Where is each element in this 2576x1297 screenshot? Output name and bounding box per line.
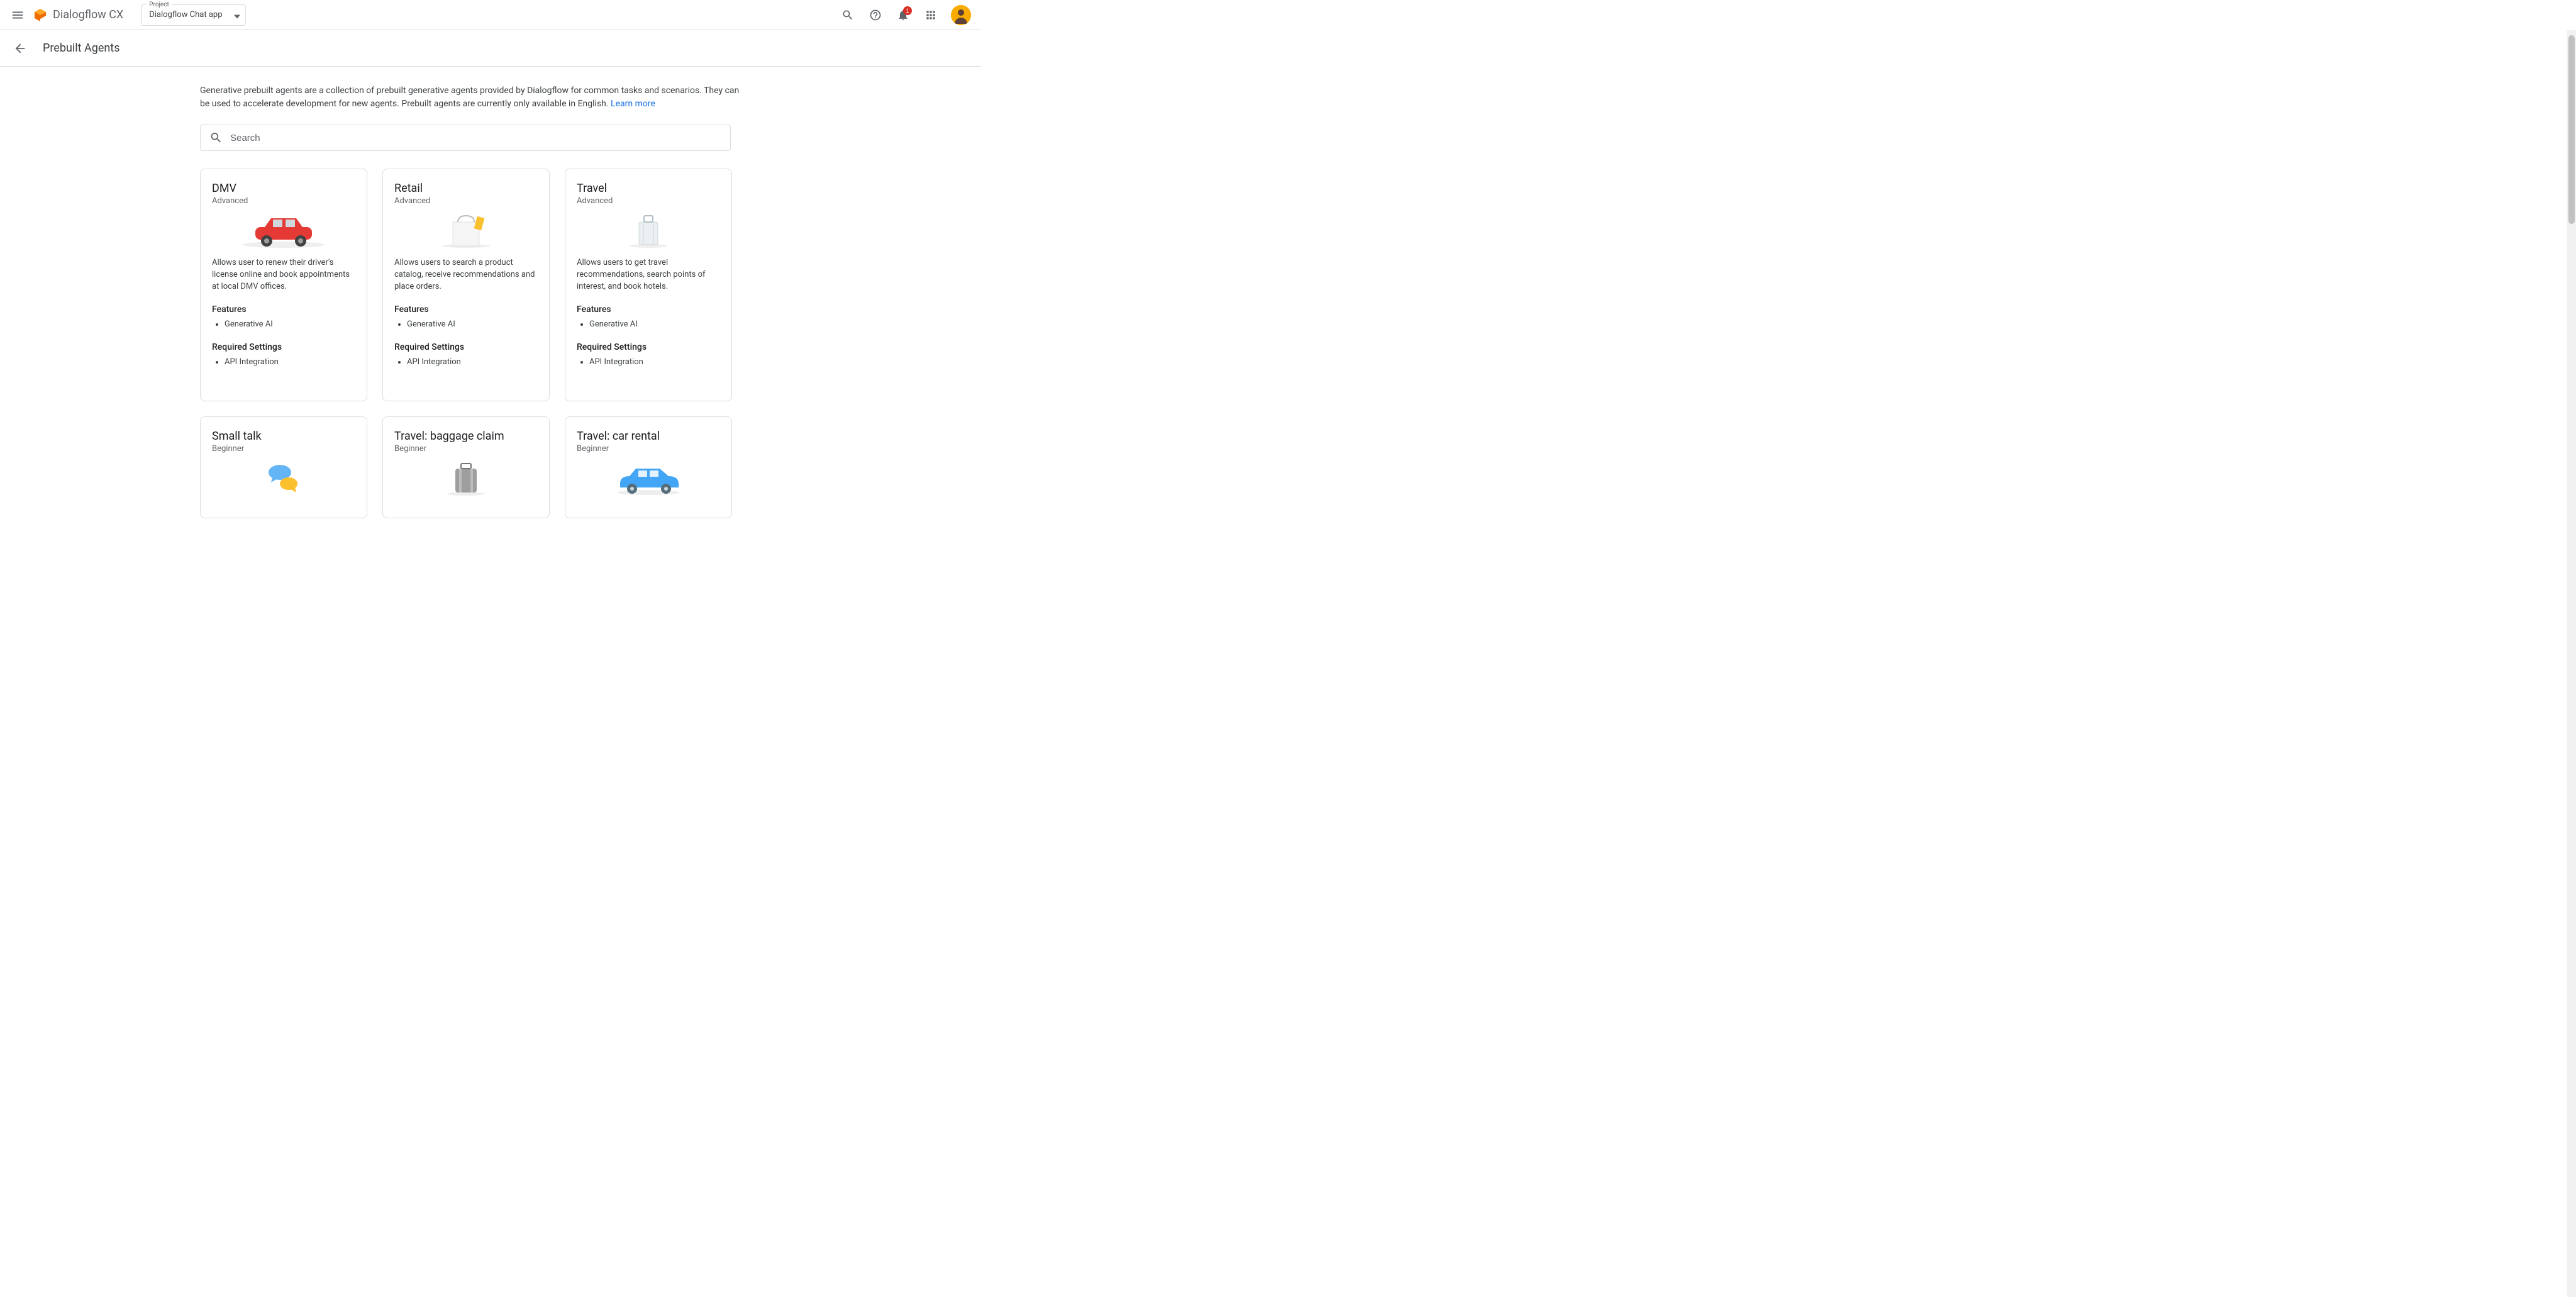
agent-card-retail[interactable]: Retail Advanced Allows users to search a…	[382, 169, 550, 401]
main-content: Generative prebuilt agents are a collect…	[200, 67, 741, 518]
top-right-actions: 1	[835, 3, 976, 28]
card-level: Beginner	[212, 444, 355, 454]
help-icon	[869, 9, 882, 21]
features-heading: Features	[212, 304, 355, 315]
feature-item: Generative AI	[589, 318, 720, 331]
features-list: Generative AI	[407, 318, 538, 331]
scrollbar-thumb[interactable]	[2568, 35, 2575, 224]
intro-text: Generative prebuilt agents are a collect…	[200, 84, 741, 111]
card-title: DMV	[212, 182, 355, 195]
agent-card-dmv[interactable]: DMV Advanced Allows user to renew their …	[200, 169, 367, 401]
card-title: Travel: car rental	[577, 430, 720, 443]
dialogflow-logo-icon	[33, 8, 48, 23]
suitcase-illustration-icon	[577, 212, 720, 250]
card-level: Beginner	[394, 444, 538, 454]
search-icon	[841, 9, 854, 21]
card-title: Travel: baggage claim	[394, 430, 538, 443]
agent-card-small-talk[interactable]: Small talk Beginner	[200, 416, 367, 518]
required-settings-heading: Required Settings	[394, 342, 538, 352]
hamburger-menu-button[interactable]	[5, 3, 30, 28]
required-settings-heading: Required Settings	[212, 342, 355, 352]
card-level: Advanced	[212, 196, 355, 206]
card-title: Small talk	[212, 430, 355, 443]
features-list: Generative AI	[225, 318, 355, 331]
project-field-label: Project	[147, 1, 172, 8]
scrollbar-track[interactable]	[2567, 30, 2576, 1297]
shopping-bag-illustration-icon	[394, 212, 538, 250]
search-icon	[209, 131, 223, 145]
required-item: API Integration	[225, 356, 355, 369]
card-level: Advanced	[577, 196, 720, 206]
agent-card-grid: DMV Advanced Allows user to renew their …	[200, 169, 741, 518]
top-app-bar: Dialogflow CX Project Dialogflow Chat ap…	[0, 0, 981, 30]
product-branding: Dialogflow CX	[33, 8, 123, 23]
avatar-image	[951, 5, 971, 25]
features-heading: Features	[394, 304, 538, 315]
chat-bubbles-illustration-icon	[212, 460, 355, 498]
search-box[interactable]	[200, 125, 731, 151]
card-description: Allows users to search a product catalog…	[394, 257, 538, 293]
card-level: Beginner	[577, 444, 720, 454]
menu-icon	[11, 8, 25, 22]
help-button[interactable]	[863, 3, 888, 28]
required-item: API Integration	[589, 356, 720, 369]
product-name-label: Dialogflow CX	[53, 8, 123, 21]
features-heading: Features	[577, 304, 720, 315]
search-button[interactable]	[835, 3, 860, 28]
card-level: Advanced	[394, 196, 538, 206]
apps-grid-icon	[924, 9, 937, 21]
required-list: API Integration	[225, 356, 355, 369]
car-illustration-icon	[212, 212, 355, 250]
back-button[interactable]	[8, 36, 33, 61]
feature-item: Generative AI	[225, 318, 355, 331]
learn-more-link[interactable]: Learn more	[611, 99, 655, 109]
feature-item: Generative AI	[407, 318, 538, 331]
features-list: Generative AI	[589, 318, 720, 331]
page-header-bar: Prebuilt Agents	[0, 30, 981, 67]
google-apps-button[interactable]	[918, 3, 943, 28]
account-avatar[interactable]	[951, 5, 971, 25]
blue-car-illustration-icon	[577, 460, 720, 498]
card-description: Allows users to get travel recommendatio…	[577, 257, 720, 293]
intro-paragraph: Generative prebuilt agents are a collect…	[200, 86, 739, 109]
chevron-down-icon	[234, 9, 240, 21]
required-settings-heading: Required Settings	[577, 342, 720, 352]
page-title: Prebuilt Agents	[43, 42, 119, 55]
required-list: API Integration	[407, 356, 538, 369]
required-item: API Integration	[407, 356, 538, 369]
agent-card-baggage-claim[interactable]: Travel: baggage claim Beginner	[382, 416, 550, 518]
agent-card-travel[interactable]: Travel Advanced Allows users to get trav…	[565, 169, 732, 401]
required-list: API Integration	[589, 356, 720, 369]
card-title: Travel	[577, 182, 720, 195]
arrow-back-icon	[13, 42, 27, 55]
notifications-button[interactable]: 1	[891, 3, 916, 28]
luggage-illustration-icon	[394, 460, 538, 498]
notification-badge: 1	[903, 6, 912, 15]
agent-card-car-rental[interactable]: Travel: car rental Beginner	[565, 416, 732, 518]
card-title: Retail	[394, 182, 538, 195]
project-selector[interactable]: Project Dialogflow Chat app	[141, 4, 245, 26]
search-input[interactable]	[230, 133, 721, 143]
card-description: Allows user to renew their driver's lice…	[212, 257, 355, 293]
project-selected-value: Dialogflow Chat app	[149, 10, 222, 19]
